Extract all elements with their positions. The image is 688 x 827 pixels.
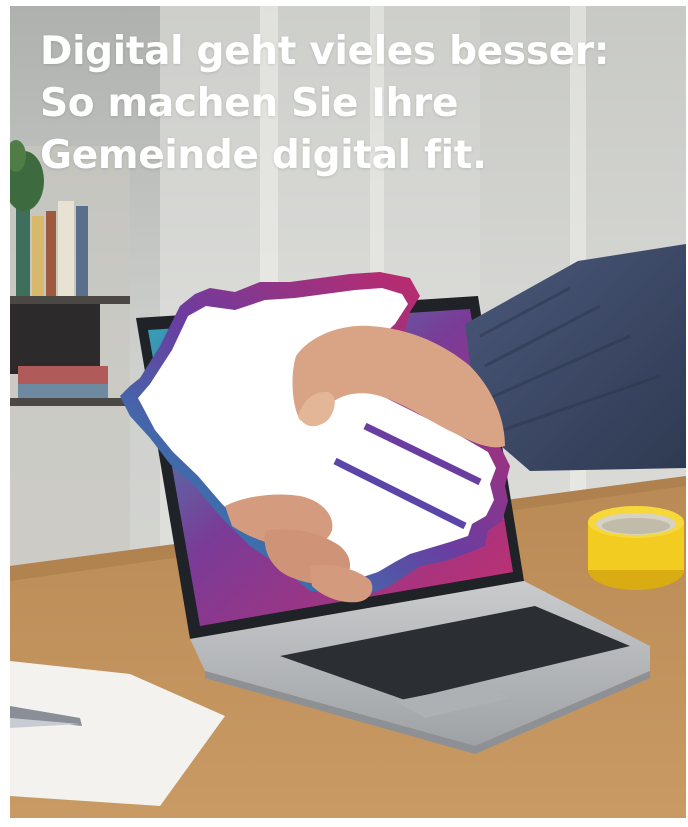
- headline: Digital geht vieles besser: So machen Si…: [40, 26, 609, 182]
- poster-image: Digital geht vieles besser: So machen Si…: [10, 6, 686, 818]
- headline-line-2: So machen Sie Ihre: [40, 81, 459, 126]
- headline-line-1: Digital geht vieles besser:: [40, 29, 610, 74]
- headline-line-3: Gemeinde digital fit.: [40, 133, 487, 178]
